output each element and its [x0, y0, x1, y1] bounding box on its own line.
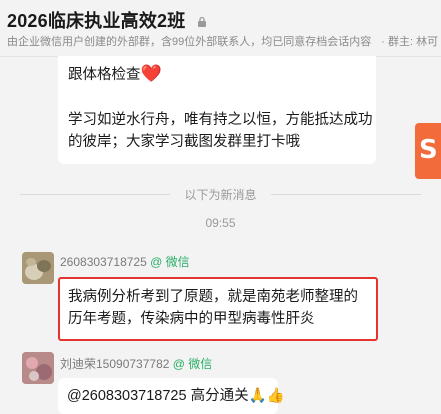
wechat-source-tag: @ 微信 [172, 357, 213, 371]
avatar-image [22, 352, 54, 384]
sender-id: 2608303718725 [60, 255, 147, 269]
divider-label: 以下为新消息 [184, 188, 257, 202]
wechat-source-tag: @ 微信 [150, 255, 190, 269]
message-text: 学习如逆水行舟，唯有持之以恒，方能抵达成功的彼岸；大家学习截图发群里打卡哦 [68, 112, 373, 150]
message-line: 跟体格检查❤️ [68, 63, 162, 86]
brand-logo: S [415, 123, 441, 179]
message-bubble[interactable]: @2608303718725 高分通关🙏👍 [58, 378, 285, 414]
sender-id: 刘迪荣15090737782 [60, 357, 170, 371]
group-title-text: 2026临床执业高效2班 [7, 11, 186, 31]
message-bubble[interactable]: 跟体格检查❤️ 学习如逆水行舟，唯有持之以恒，方能抵达成功的彼岸；大家学习截图发… [58, 56, 376, 164]
avatar[interactable] [22, 352, 54, 384]
lock-icon [197, 17, 206, 28]
group-description: 由企业微信用户创建的外部群，含99位外部联系人，均已同意存档会话内容 [7, 36, 372, 48]
message-text: 我病例分析考到了原题，就是南苑老师整理的历年考题，传染病中的甲型病毒性肝炎 [68, 289, 358, 327]
message-text: @2608303718725 高分通关🙏👍 [67, 388, 285, 404]
group-subtitle: 由企业微信用户创建的外部群，含99位外部联系人，均已同意存档会话内容 · 群主: … [7, 33, 438, 49]
brand-logo-letter: S [419, 135, 438, 165]
new-messages-divider: 以下为新消息 [0, 186, 441, 202]
group-owner: · 群主: 林可 [381, 36, 439, 48]
heart-emoji: ❤️ [140, 64, 162, 83]
chat-header: 2026临床执业高效2班 由企业微信用户创建的外部群，含99位外部联系人，均已同… [0, 0, 441, 57]
message-text: 跟体格检查 [68, 67, 141, 83]
group-title: 2026临床执业高效2班 [7, 7, 207, 33]
avatar[interactable] [22, 252, 54, 284]
sender-name[interactable]: 刘迪荣15090737782 @ 微信 [60, 355, 212, 372]
sender-name[interactable]: 2608303718725 @ 微信 [60, 253, 190, 270]
message-timestamp: 09:55 [205, 216, 236, 230]
highlighted-message-bubble[interactable]: 我病例分析考到了原题，就是南苑老师整理的历年考题，传染病中的甲型病毒性肝炎 [58, 277, 378, 341]
avatar-image [22, 252, 54, 284]
